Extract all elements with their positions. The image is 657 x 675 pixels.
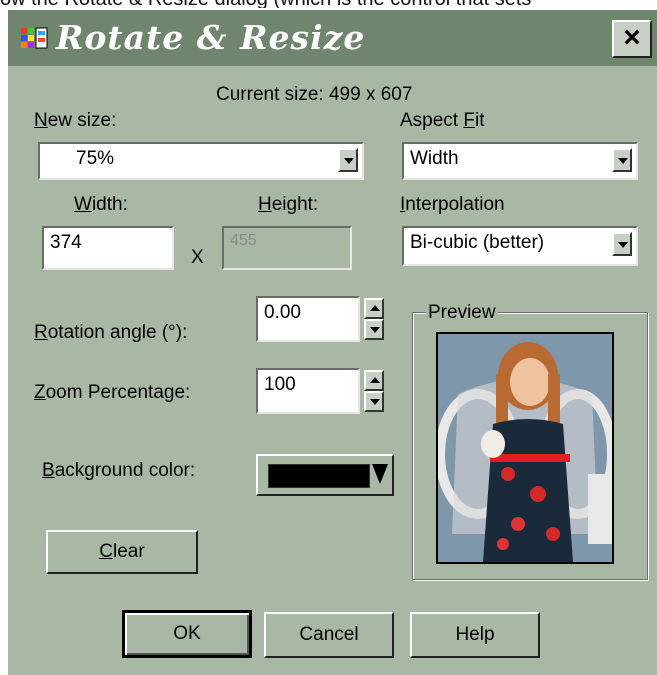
rotation-angle-value: 0.00 <box>264 302 301 323</box>
rotation-angle-input[interactable]: 0.00 <box>256 296 360 342</box>
color-swatch <box>268 464 370 488</box>
aspect-fit-dropdown[interactable]: Width <box>402 142 638 180</box>
preview-label: Preview <box>426 302 498 324</box>
spin-up-icon[interactable] <box>364 370 384 391</box>
zoom-percentage-label: Zoom Percentage: <box>34 382 191 403</box>
height-label: Height: <box>258 194 319 215</box>
chevron-down-icon[interactable] <box>612 148 632 172</box>
multiply-sign: X <box>191 247 204 268</box>
width-value: 374 <box>50 232 82 253</box>
app-icon <box>21 27 48 49</box>
interpolation-dropdown[interactable]: Bi-cubic (better) <box>402 226 638 266</box>
background-color-label: Background color: <box>42 460 196 481</box>
background-document-text: ow the Rotate & Resize dialog (which is … <box>0 0 657 8</box>
clear-button[interactable]: Clear <box>46 530 198 574</box>
preview-photo <box>438 334 612 562</box>
rotation-spinner[interactable] <box>364 298 384 340</box>
close-icon: × <box>623 21 641 54</box>
dialog-title: Rotate & Resize <box>56 18 366 57</box>
aspect-fit-label: Aspect Fit <box>400 110 485 131</box>
preview-image <box>436 332 614 564</box>
close-button[interactable]: × <box>612 20 652 58</box>
width-input[interactable]: 374 <box>42 226 174 270</box>
spin-up-icon[interactable] <box>364 298 384 319</box>
spin-down-icon[interactable] <box>364 319 384 340</box>
title-bar[interactable]: Rotate & Resize × <box>8 10 657 66</box>
cancel-button[interactable]: Cancel <box>264 612 394 658</box>
height-input[interactable]: 455 <box>222 226 352 270</box>
new-size-dropdown[interactable]: 75% <box>38 142 364 180</box>
rotate-resize-dialog: Rotate & Resize × Current size: 499 x 60… <box>6 8 657 675</box>
current-size-text: Current size: 499 x 607 <box>216 84 413 105</box>
background-text: ow the Rotate & Resize dialog (which is … <box>0 0 531 8</box>
background-color-picker[interactable] <box>256 454 394 496</box>
aspect-fit-value: Width <box>410 148 459 169</box>
zoom-percentage-input[interactable]: 100 <box>256 368 360 414</box>
interpolation-label: Interpolation <box>400 194 505 215</box>
zoom-spinner[interactable] <box>364 370 384 412</box>
spin-down-icon[interactable] <box>364 391 384 412</box>
height-value: 455 <box>230 232 257 249</box>
new-size-value: 75% <box>76 148 115 169</box>
dropdown-arrow-icon[interactable] <box>372 464 388 484</box>
chevron-down-icon[interactable] <box>612 232 632 256</box>
new-size-label: New size: <box>34 110 117 131</box>
width-label: Width: <box>74 194 128 215</box>
rotation-angle-label: Rotation angle (°): <box>34 322 188 343</box>
ok-button[interactable]: OK <box>122 610 252 658</box>
help-button[interactable]: Help <box>410 612 540 658</box>
zoom-percentage-value: 100 <box>264 374 296 395</box>
chevron-down-icon[interactable] <box>338 148 358 172</box>
interpolation-value: Bi-cubic (better) <box>410 232 545 253</box>
